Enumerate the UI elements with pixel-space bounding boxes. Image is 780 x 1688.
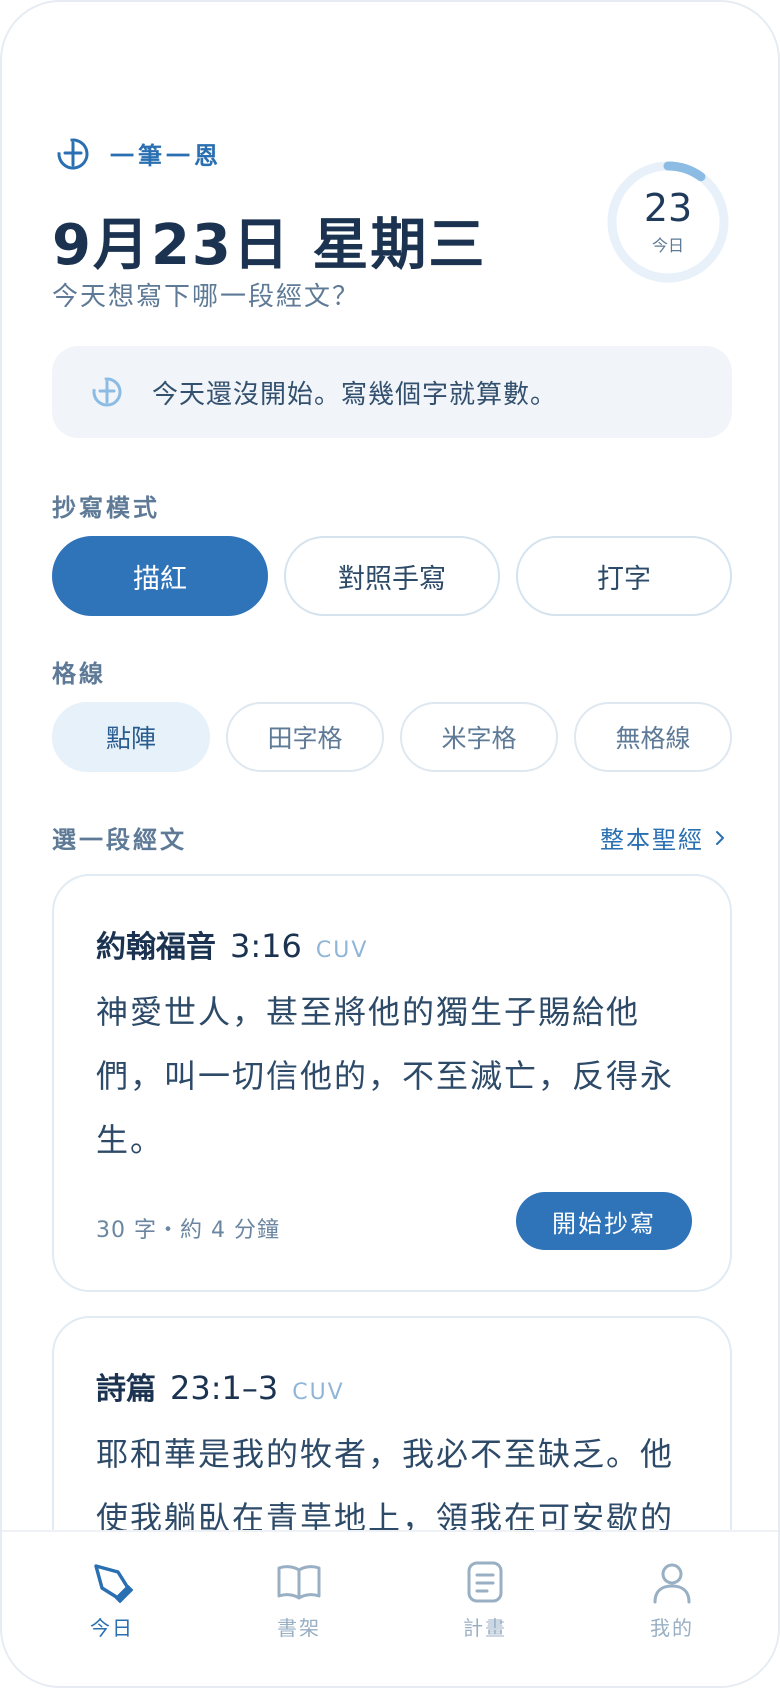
brand-name: 一筆一恩	[110, 142, 222, 170]
start-copying-button[interactable]: 開始抄寫	[516, 1192, 692, 1250]
page-title: 9月23日 星期三	[52, 213, 487, 278]
brand-logo-icon	[57, 138, 89, 169]
passage-book: 詩篇	[96, 1372, 156, 1407]
plan-list-icon	[467, 1561, 503, 1603]
tab-label: 我的	[650, 1616, 694, 1640]
passage-reference: 23:1–3	[170, 1369, 279, 1407]
daily-progress-label: 今日	[651, 236, 684, 255]
gridline-option-none[interactable]: 無格線	[574, 702, 732, 772]
status-banner-text: 今天還沒開始。寫幾個字就算數。	[152, 379, 558, 410]
tab-label: 書架	[277, 1616, 321, 1640]
bottom-tab-bar: 今日 書架 計畫 我的	[2, 1530, 778, 1686]
passage-section-label: 選一段經文	[52, 826, 187, 854]
person-icon	[653, 1563, 691, 1604]
gridline-option-rice[interactable]: 米字格	[400, 702, 558, 772]
gridline-option-field[interactable]: 田字格	[226, 702, 384, 772]
passage-reference: 3:16	[230, 927, 302, 965]
brand: 一筆一恩	[56, 136, 222, 171]
mode-option-trace[interactable]: 描紅	[52, 536, 268, 616]
pen-nib-icon	[94, 1564, 133, 1603]
book-icon	[277, 1565, 321, 1600]
mode-section-label: 抄寫模式	[52, 494, 160, 522]
gridline-selector: 點陣 田字格 米字格 無格線	[52, 702, 732, 772]
passage-card[interactable]: 約翰福音 3:16 CUV 神愛世人，甚至將他的獨生子賜給他們，叫一切信他的，不…	[52, 874, 732, 1292]
passage-meta: 30 字・約 4 分鐘	[96, 1218, 280, 1243]
status-banner: 今天還沒開始。寫幾個字就算數。	[52, 346, 732, 438]
brand-logo-icon	[92, 377, 122, 407]
passage-heading: 詩篇 23:1–3 CUV	[96, 1364, 345, 1408]
tab-plans[interactable]: 計畫	[430, 1558, 540, 1641]
passage-version: CUV	[315, 938, 369, 963]
whole-bible-link-label: 整本聖經	[600, 826, 704, 854]
whole-bible-link[interactable]: 整本聖經	[600, 820, 726, 855]
passage-version: CUV	[292, 1380, 345, 1405]
daily-progress-value: 23	[643, 186, 693, 230]
tab-bookshelf[interactable]: 書架	[244, 1558, 354, 1641]
tab-label: 計畫	[463, 1616, 507, 1640]
mode-selector: 描紅 對照手寫 打字	[52, 536, 732, 616]
passage-heading: 約翰福音 3:16 CUV	[96, 922, 368, 966]
app-screen: 一筆一恩 9月23日 星期三 今天想寫下哪一段經文？ 23 今日 今天還沒開始。…	[0, 0, 780, 1688]
passage-verse: 神愛世人，甚至將他的獨生子賜給他們，叫一切信他的，不至滅亡，反得永生。	[96, 993, 675, 1159]
passage-book: 約翰福音	[96, 930, 216, 965]
tab-today[interactable]: 今日	[57, 1558, 167, 1641]
chevron-right-icon	[716, 830, 724, 845]
tab-label: 今日	[90, 1616, 134, 1640]
mode-option-type[interactable]: 打字	[516, 536, 732, 616]
page-subtitle: 今天想寫下哪一段經文？	[52, 282, 361, 312]
mode-option-handwrite[interactable]: 對照手寫	[284, 536, 500, 616]
tab-profile[interactable]: 我的	[617, 1558, 727, 1641]
gridline-option-dots[interactable]: 點陣	[52, 702, 210, 772]
gridline-section-label: 格線	[52, 660, 106, 688]
